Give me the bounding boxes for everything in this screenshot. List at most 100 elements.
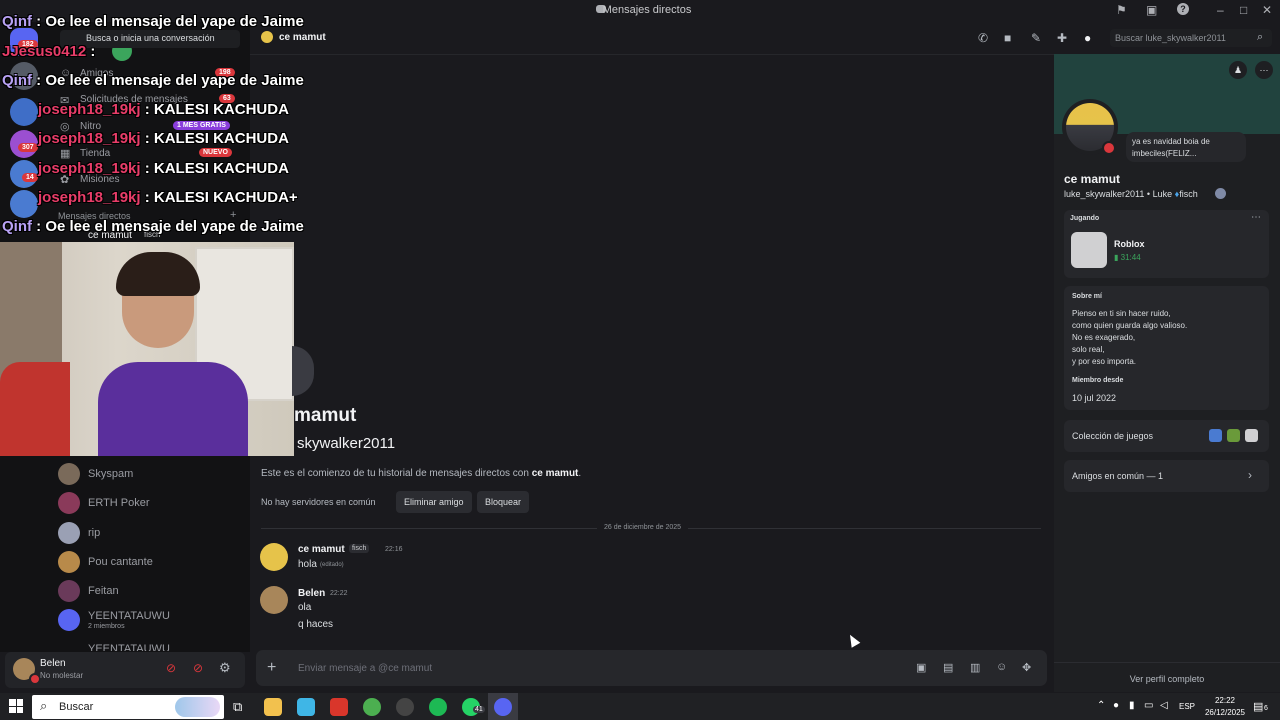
pin-icon[interactable]: ✎ [1031, 31, 1041, 45]
attach-plus-icon[interactable]: + [267, 659, 276, 677]
edited-label: (editado) [320, 562, 344, 568]
webcam-overlay [0, 242, 294, 456]
profile-dnd-icon [1102, 141, 1116, 155]
chrome-icon[interactable] [363, 698, 381, 716]
apps-icon[interactable]: ✥ [1022, 661, 1031, 674]
block-button[interactable]: Bloquear [477, 491, 530, 513]
webcam-hair [116, 252, 200, 296]
message-input[interactable]: Enviar mensaje a @ce mamut [298, 663, 432, 674]
add-friend-profile-icon[interactable]: ♟ [1229, 61, 1247, 79]
activity-more-icon[interactable]: ⋯ [1251, 212, 1261, 223]
notepad-icon[interactable] [297, 698, 315, 716]
sticker-icon[interactable]: ▥ [970, 661, 980, 674]
clock-date[interactable]: 26/12/2025 [1198, 708, 1252, 717]
dm-item[interactable]: rip [58, 520, 243, 546]
taskbar-search-text: Buscar [59, 701, 94, 713]
panel-divider [1054, 662, 1280, 663]
remove-friend-button[interactable]: Eliminar amigo [396, 491, 472, 513]
user-name[interactable]: Belen [40, 658, 66, 669]
dm-group-item[interactable]: YEENTATAUWU 2 miembros [58, 607, 243, 633]
avatar [58, 492, 80, 514]
store-icon: ▦ [60, 148, 71, 160]
date-divider: 26 de diciembre de 2025 [597, 524, 689, 531]
game-thumb-icon [1209, 429, 1222, 442]
search-input[interactable]: Buscar luke_skywalker2011 [1110, 29, 1272, 47]
dm-item[interactable]: Feitan [58, 578, 243, 604]
app-icon[interactable] [330, 698, 348, 716]
user-status: No molestar [40, 671, 84, 680]
message-avatar[interactable] [260, 586, 288, 614]
badge-icon [1215, 188, 1226, 199]
close-button[interactable]: ✕ [1262, 3, 1272, 17]
mute-mic-icon[interactable]: ⊘ [166, 661, 176, 675]
mic-tray-icon[interactable]: ▮ [1129, 700, 1135, 711]
deafen-icon[interactable]: ⊘ [193, 661, 203, 675]
volume-icon[interactable]: ◁ [1160, 700, 1168, 711]
status-bubble: ya es navidad boia de imbeciles(FELIZ... [1126, 132, 1246, 162]
notification-center-icon[interactable]: ▤ [1253, 700, 1263, 713]
games-collection-label: Colección de juegos [1072, 431, 1154, 441]
message-time: 22:22 [330, 590, 348, 597]
message-text: q haces [298, 619, 334, 630]
channel-name[interactable]: ce mamut [279, 32, 326, 43]
avatar [58, 522, 80, 544]
dm-item[interactable]: YEENTATAUWU [88, 643, 238, 651]
message-author[interactable]: ce mamut [298, 544, 345, 555]
profile-username: luke_skywalker2011 • Luke ♦fisch [1064, 189, 1198, 199]
file-explorer-icon[interactable] [264, 698, 282, 716]
message-avatar[interactable] [260, 543, 288, 571]
tray-chevron-icon[interactable]: ⌃ [1097, 700, 1105, 711]
game-thumb-icon [1227, 429, 1240, 442]
mouse-cursor-icon [845, 632, 861, 648]
message-text: ola [298, 602, 312, 613]
overlay-chat-line: joseph18_19kj : KALESI KACHUDA [38, 130, 289, 147]
more-options-icon[interactable]: ⋯ [1255, 61, 1273, 79]
dm-item[interactable]: ERTH Poker [58, 490, 243, 516]
message-text: hola [298, 559, 317, 570]
windows-start-icon[interactable] [9, 699, 23, 713]
dm-item[interactable]: Skyspam [58, 461, 243, 487]
server-icon[interactable] [10, 98, 38, 126]
server-icon[interactable] [10, 190, 38, 218]
language-indicator[interactable]: ESP [1179, 702, 1195, 711]
maximize-button[interactable]: □ [1240, 3, 1247, 17]
gift-icon[interactable]: ▣ [916, 661, 926, 674]
overlay-chat-line: joseph18_19kj : KALESI KACHUDA [38, 101, 289, 118]
task-view-icon[interactable]: ⧉ [233, 699, 242, 715]
spotify-icon[interactable] [429, 698, 447, 716]
gif-icon[interactable]: ▤ [943, 661, 953, 674]
intro-text: Este es el comienzo de tu historial de m… [261, 468, 582, 479]
dm-item[interactable]: Pou cantante [58, 549, 243, 575]
help-icon[interactable]: ? [1177, 3, 1189, 15]
search-icon: ⌕ [40, 698, 48, 713]
obs-icon[interactable] [396, 698, 414, 716]
voice-call-icon[interactable]: ✆ [978, 31, 988, 45]
network-icon[interactable]: ▭ [1144, 700, 1153, 711]
monitor-icon[interactable]: ▣ [1146, 3, 1157, 17]
add-friend-icon[interactable]: ✚ [1057, 31, 1067, 45]
tray-icon[interactable]: ● [1113, 700, 1119, 711]
user-profile-icon[interactable]: ● [1084, 31, 1091, 45]
discord-taskbar-icon[interactable] [494, 698, 512, 716]
view-full-profile-link[interactable]: Ver perfil completo [1054, 674, 1280, 684]
minimize-button[interactable]: – [1217, 3, 1224, 17]
inbox-flag-icon[interactable]: ⚑ [1116, 3, 1127, 17]
emoji-picker-icon[interactable]: ☺ [996, 661, 1007, 673]
member-since-date: 10 jul 2022 [1072, 393, 1117, 403]
overlay-chat-line: Qinf : Oe lee el mensaje del yape de Jai… [2, 72, 304, 89]
server-badge: 14 [22, 173, 38, 182]
settings-gear-icon[interactable]: ⚙ [219, 660, 231, 676]
game-time: ▮ 31:44 [1114, 253, 1141, 262]
profile-avatar-large [292, 346, 314, 396]
intro-display-name: mamut [294, 405, 357, 426]
webcam-chair [0, 362, 70, 456]
avatar [58, 551, 80, 573]
message-time: 22:16 [385, 546, 403, 553]
overlay-chat-line: joseph18_19kj : KALESI KACHUDA [38, 160, 289, 177]
message-author[interactable]: Belen [298, 588, 325, 599]
video-call-icon[interactable]: ■ [1004, 31, 1011, 45]
about-line: No es exagerado, [1072, 333, 1136, 342]
clock-time[interactable]: 22:22 [1200, 696, 1250, 705]
nav-store[interactable]: Tienda [80, 148, 110, 159]
group-avatar [58, 609, 80, 631]
